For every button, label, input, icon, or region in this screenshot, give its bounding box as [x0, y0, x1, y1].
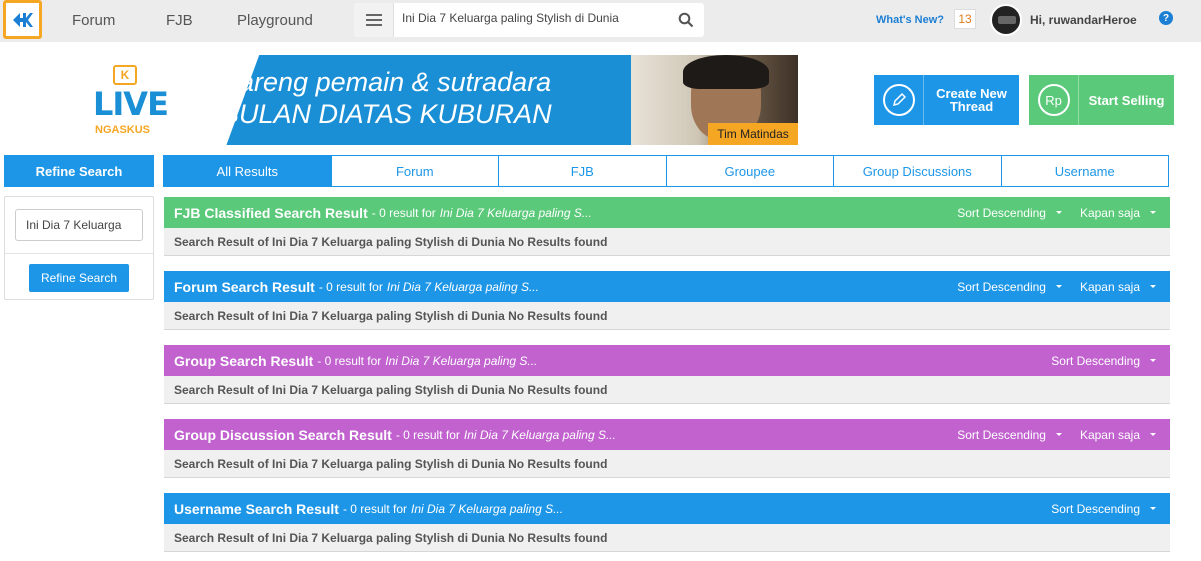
result-query: Ini Dia 7 Keluarga paling S...: [463, 427, 616, 442]
refine-search-input[interactable]: [15, 209, 143, 241]
kaskus-k-icon: [12, 12, 33, 27]
section-result-text: Search Result of Ini Dia 7 Keluarga pali…: [164, 450, 1170, 478]
nav-forum-link[interactable]: Forum: [72, 12, 115, 29]
result-tabs: All Results Forum FJB Groupee Group Disc…: [163, 155, 1169, 187]
time-dropdown[interactable]: Kapan saja: [1080, 206, 1156, 220]
refine-search-button[interactable]: Refine Search: [29, 264, 129, 292]
top-navigation-bar: Forum FJB Playground What's New? 13 Hi, …: [0, 0, 1201, 42]
nav-playground-link[interactable]: Playground: [237, 12, 313, 29]
chevron-down-icon: [1150, 285, 1156, 288]
help-icon[interactable]: ?: [1159, 11, 1173, 25]
sort-dropdown[interactable]: Sort Descending: [1051, 502, 1156, 516]
whats-new-link[interactable]: What's New?: [876, 14, 944, 26]
group-discussion-result-section: Group Discussion Search Result - 0 resul…: [164, 419, 1170, 478]
result-query: Ini Dia 7 Keluarga paling S...: [386, 279, 539, 294]
section-title: Group Search Result: [174, 352, 314, 369]
sort-dropdown[interactable]: Sort Descending: [957, 428, 1062, 442]
tab-all-results[interactable]: All Results: [163, 155, 332, 187]
nav-fjb-link[interactable]: FJB: [166, 12, 193, 29]
group-result-section: Group Search Result - 0 result for Ini D…: [164, 345, 1170, 404]
fjb-result-section: FJB Classified Search Result - 0 result …: [164, 197, 1170, 256]
start-selling-button[interactable]: Rp Start Selling: [1029, 75, 1174, 125]
chevron-down-icon: [1055, 211, 1062, 214]
tab-username[interactable]: Username: [1000, 155, 1169, 187]
result-count: - 0 result for: [371, 205, 436, 220]
result-count: - 0 result for: [395, 427, 460, 442]
banner-person-name: Tim Matindas: [708, 123, 798, 145]
section-title: Username Search Result: [174, 500, 339, 517]
start-selling-label: Start Selling: [1088, 92, 1165, 108]
chevron-down-icon: [1055, 433, 1062, 436]
result-count: - 0 result for: [317, 353, 382, 368]
section-result-text: Search Result of Ini Dia 7 Keluarga pali…: [164, 524, 1170, 552]
result-query: Ini Dia 7 Keluarga paling S...: [411, 501, 564, 516]
search-box: [354, 3, 704, 37]
sort-dropdown[interactable]: Sort Descending: [957, 206, 1062, 220]
section-result-text: Search Result of Ini Dia 7 Keluarga pali…: [164, 302, 1170, 330]
banner-headline-1: Bareng pemain & sutradara: [221, 67, 552, 97]
pencil-icon: [882, 84, 915, 116]
notification-badge[interactable]: 13: [954, 9, 976, 29]
section-title: Forum Search Result: [174, 278, 315, 295]
chevron-down-icon: [1055, 285, 1062, 288]
chevron-down-icon: [1150, 433, 1156, 436]
avatar[interactable]: [990, 4, 1022, 36]
refine-search-header: Refine Search: [4, 155, 154, 187]
promo-banner[interactable]: K LIVE NGASKUS Bareng pemain & sutradara…: [71, 55, 798, 145]
tab-fjb[interactable]: FJB: [498, 155, 667, 187]
section-result-text: Search Result of Ini Dia 7 Keluarga pali…: [164, 376, 1170, 404]
sort-dropdown[interactable]: Sort Descending: [957, 280, 1062, 294]
hamburger-icon: [365, 14, 382, 26]
username-result-section: Username Search Result - 0 result for In…: [164, 493, 1170, 552]
kaskus-logo[interactable]: [3, 0, 42, 39]
result-count: - 0 result for: [318, 279, 383, 294]
tab-group-discussions[interactable]: Group Discussions: [833, 155, 1002, 187]
result-count: - 0 result for: [342, 501, 407, 516]
search-input[interactable]: [402, 11, 662, 25]
chevron-down-icon: [1150, 211, 1156, 214]
sort-dropdown[interactable]: Sort Descending: [1051, 354, 1156, 368]
banner-live-logo: LIVE: [93, 85, 169, 123]
refine-search-panel: Refine Search: [4, 196, 154, 300]
banner-k-icon: K: [113, 65, 137, 85]
banner-ngaskus-label: NGASKUS: [95, 124, 151, 136]
user-greeting[interactable]: Hi, ruwandarHeroe: [1030, 13, 1137, 27]
result-query: Ini Dia 7 Keluarga paling S...: [385, 353, 538, 368]
search-icon[interactable]: [678, 12, 694, 28]
banner-headline-2: BULAN DIATAS KUBURAN: [221, 99, 552, 129]
time-dropdown[interactable]: Kapan saja: [1080, 428, 1156, 442]
section-title: FJB Classified Search Result: [174, 204, 368, 221]
tab-groupee[interactable]: Groupee: [665, 155, 834, 187]
create-thread-label: Create New Thread: [936, 86, 1007, 114]
section-result-text: Search Result of Ini Dia 7 Keluarga pali…: [164, 228, 1170, 256]
section-title: Group Discussion Search Result: [174, 426, 392, 443]
create-thread-button[interactable]: Create New Thread: [874, 75, 1019, 125]
time-dropdown[interactable]: Kapan saja: [1080, 280, 1156, 294]
forum-result-section: Forum Search Result - 0 result for Ini D…: [164, 271, 1170, 330]
chevron-down-icon: [1150, 507, 1156, 510]
chevron-down-icon: [1150, 359, 1156, 362]
search-category-menu[interactable]: [354, 3, 394, 37]
result-query: Ini Dia 7 Keluarga paling S...: [439, 205, 592, 220]
tab-forum[interactable]: Forum: [330, 155, 499, 187]
rupiah-icon: Rp: [1037, 84, 1070, 116]
